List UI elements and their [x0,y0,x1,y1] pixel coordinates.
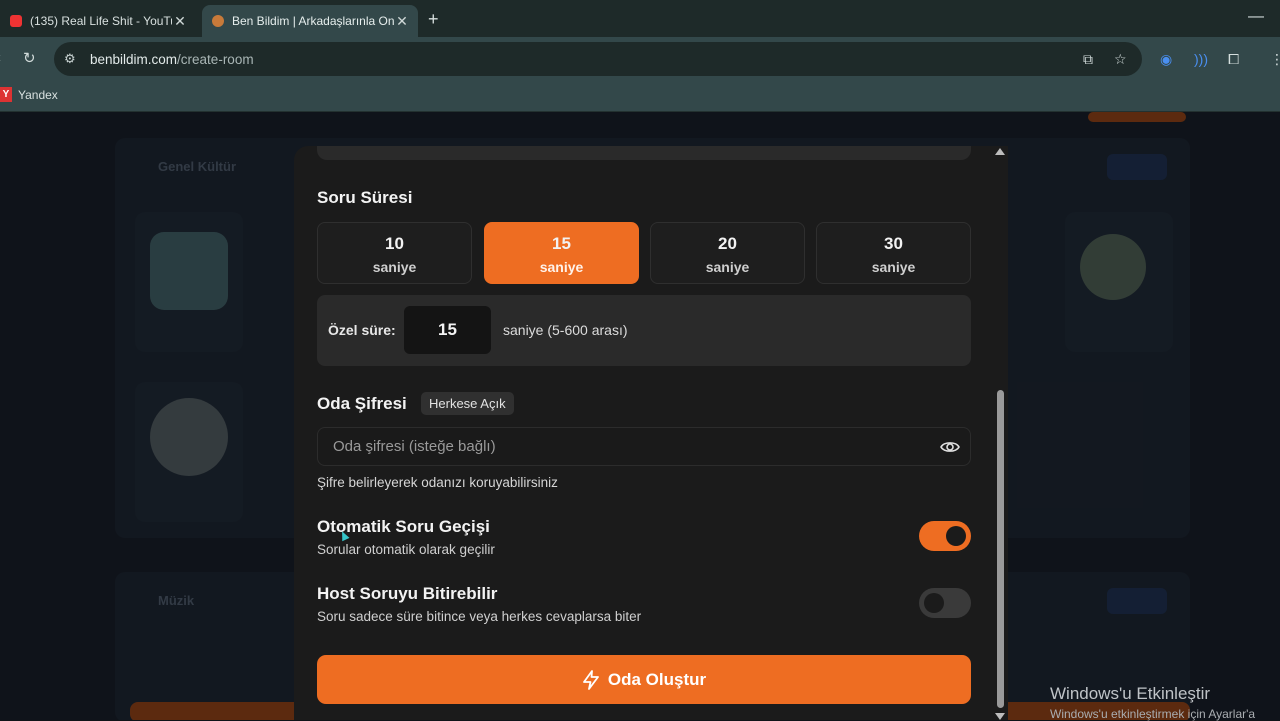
back-icon[interactable]: ‹ [0,49,1,66]
tab-bar: (135) Real Life Shit - YouTube ✕ Ben Bil… [0,0,1280,37]
windows-activation-subtitle: Windows'u etkinleştirmek için Ayarlar'a [1050,707,1256,721]
custom-duration-label: Özel süre: [328,322,396,338]
url-domain: benbildim.com [90,51,178,67]
duration-value: 20 [718,234,737,253]
minimize-icon[interactable]: — [1248,8,1264,26]
create-room-label: Oda Oluştur [607,669,707,689]
bookmark-label: Yandex [18,87,58,102]
host-end-title: Host Soruyu Bitirebilir [317,584,498,603]
shazam-extension-icon[interactable]: ◉ [1160,51,1172,68]
browser-toolbar: ‹ ↻ ⚙ benbildim.com/create-room ⧉ ☆ ◉ ))… [0,37,1280,81]
duration-value: 10 [385,234,404,253]
custom-duration-input[interactable]: 15 [404,306,491,354]
bookmark-star-icon[interactable]: ☆ [1114,51,1127,68]
install-app-icon[interactable]: ⧉ [1083,51,1093,68]
duration-value: 30 [884,234,903,253]
custom-duration-hint: saniye (5-600 arası) [503,322,628,338]
tab-title: (135) Real Life Shit - YouTube [30,14,172,28]
auto-advance-toggle[interactable] [919,521,971,551]
auto-advance-description: Sorular otomatik olarak geçilir [317,542,495,557]
lightning-icon [582,669,599,690]
duration-option-10[interactable]: 10 saniye [317,222,472,284]
reload-icon[interactable]: ↻ [23,49,36,67]
duration-unit: saniye [539,259,584,275]
scrollbar-thumb[interactable] [997,390,1004,708]
duration-option-30[interactable]: 30 saniye [816,222,971,284]
create-room-modal: Soru Süresi 10 saniye 15 saniye 20 saniy… [294,146,1008,720]
show-password-eye-icon[interactable] [940,438,960,456]
duration-unit: saniye [871,259,916,275]
yandex-icon: Y [0,87,12,102]
create-room-button[interactable]: Oda Oluştur [317,655,971,704]
duration-value: 15 [552,234,571,253]
close-tab-icon[interactable]: ✕ [172,13,188,30]
password-title: Oda Şifresi [317,394,407,413]
new-tab-icon[interactable]: + [428,9,439,30]
public-badge: Herkese Açık [421,392,514,415]
windows-activation-title: Windows'u Etkinleştir [1050,684,1211,703]
duration-option-15[interactable]: 15 saniye [484,222,639,284]
password-helper-text: Şifre belirleyerek odanızı koruyabilirsi… [317,475,558,490]
bookmarks-bar: Y Yandex [0,81,1280,112]
url-text: benbildim.com/create-room [90,52,254,67]
address-bar[interactable]: ⚙ benbildim.com/create-room [54,42,1142,76]
extensions-icon[interactable]: ⧠ [1228,51,1239,68]
close-tab-icon[interactable]: ✕ [394,13,410,30]
custom-duration-box: Özel süre: 15 saniye (5-600 arası) [317,295,971,366]
menu-icon[interactable]: ⋮ [1270,51,1280,68]
bookmark-yandex[interactable]: Y Yandex [0,87,58,102]
tab-youtube[interactable]: (135) Real Life Shit - YouTube ✕ [0,5,196,37]
read-aloud-extension-icon[interactable]: ))) [1194,51,1208,67]
password-placeholder: Oda şifresi (isteğe bağlı) [333,438,496,455]
scroll-up-arrow-icon[interactable] [995,148,1005,155]
scroll-down-arrow-icon[interactable] [995,713,1005,720]
url-path: /create-room [177,51,254,67]
previous-section-box [317,146,971,160]
host-end-description: Soru sadece süre bitince veya herkes cev… [317,609,642,624]
room-password-input[interactable]: Oda şifresi (isteğe bağlı) [317,427,971,466]
duration-unit: saniye [372,259,417,275]
host-end-toggle[interactable] [919,588,971,618]
benbildim-favicon-icon [212,15,224,27]
duration-unit: saniye [705,259,750,275]
tab-title: Ben Bildim | Arkadaşlarınla Onli [232,14,394,28]
duration-title: Soru Süresi [317,188,413,207]
tab-benbildim[interactable]: Ben Bildim | Arkadaşlarınla Onli ✕ [202,5,418,37]
site-info-icon[interactable]: ⚙ [64,51,86,67]
youtube-favicon-icon [10,15,22,27]
duration-option-20[interactable]: 20 saniye [650,222,805,284]
